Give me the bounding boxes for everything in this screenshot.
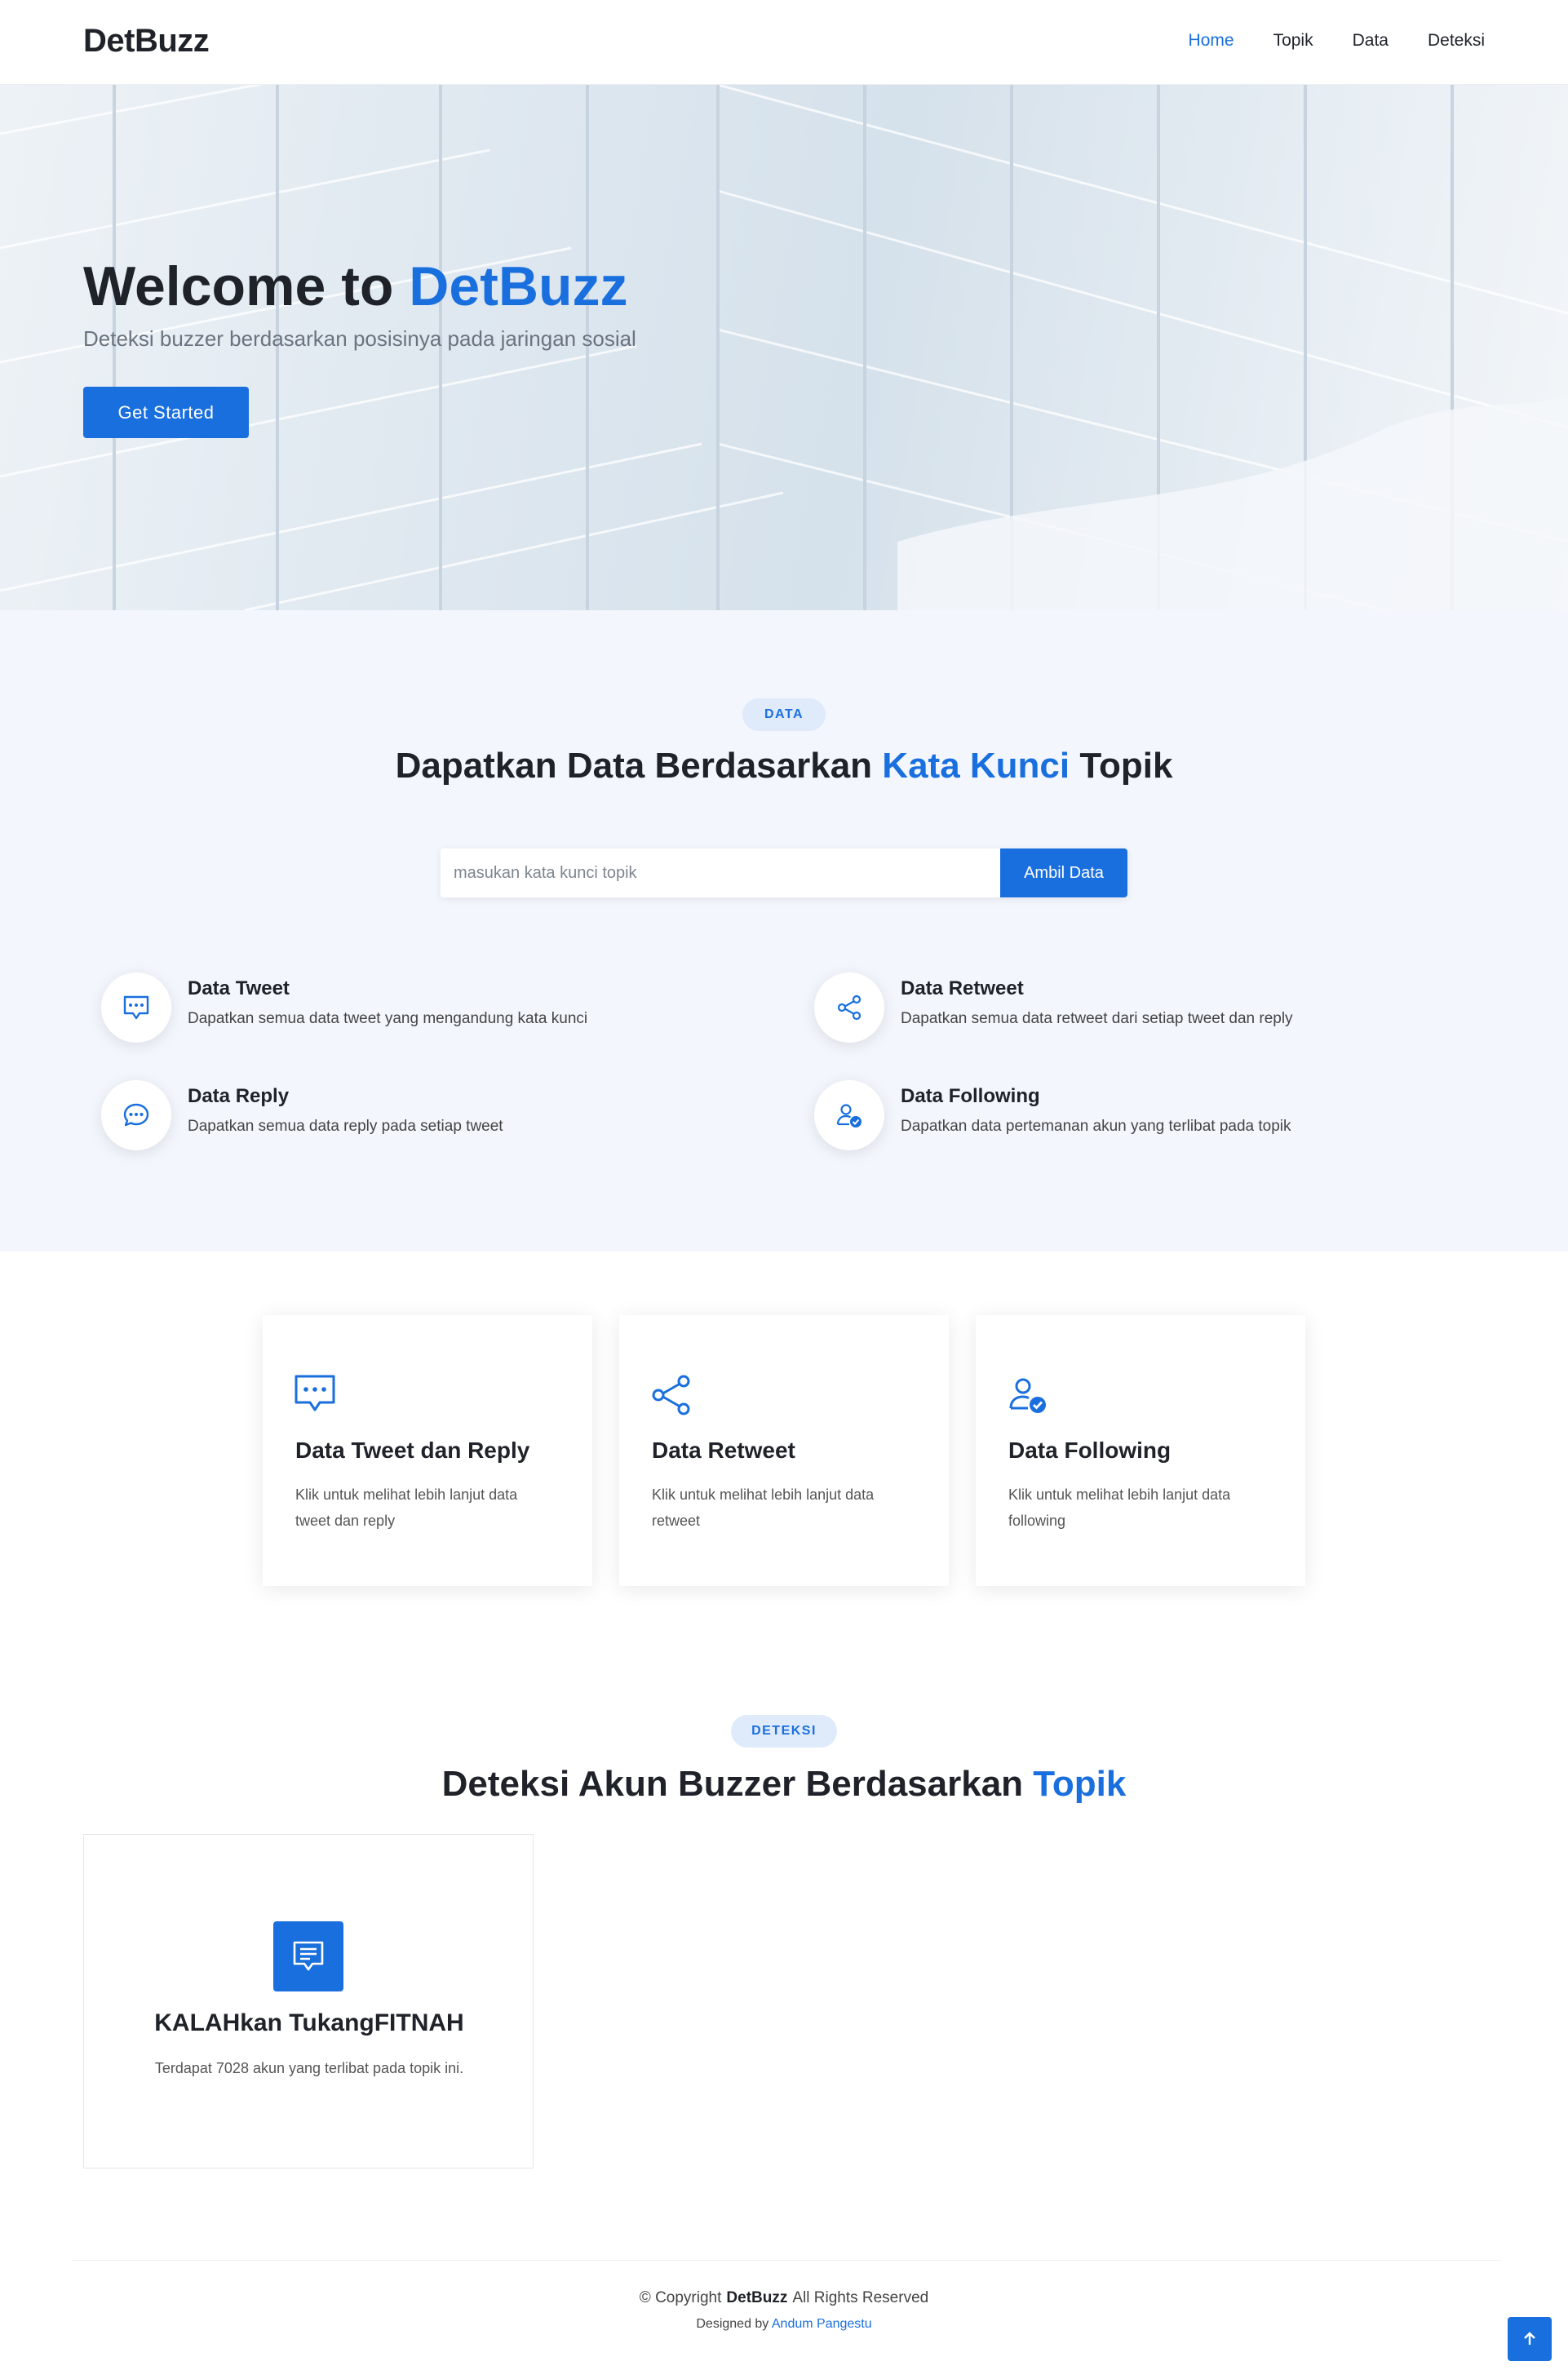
footer-copyright: © Copyright DetBuzz All Rights Reserved xyxy=(0,2289,1568,2307)
card-description: Klik untuk melihat lebih lanjut data fol… xyxy=(1008,1486,1231,1529)
feature-title: Data Following xyxy=(901,1085,1040,1107)
data-title-suffix: Topik xyxy=(1070,746,1173,786)
chat-square-dots-icon xyxy=(123,995,149,1020)
nav-deteksi[interactable]: Deteksi xyxy=(1428,31,1485,51)
feature-title: Data Tweet xyxy=(188,977,290,999)
card-following[interactable]: Data Following Klik untuk melihat lebih … xyxy=(976,1315,1305,1586)
site-logo[interactable]: DetBuzz xyxy=(83,23,210,60)
data-badge: DATA xyxy=(742,698,826,731)
topic-card[interactable]: KALAHkan TukangFITNAH Terdapat 7028 akun… xyxy=(83,1834,534,2169)
footer-brand: DetBuzz xyxy=(726,2289,788,2306)
share-icon xyxy=(837,995,862,1021)
feature-data-tweet: Data Tweet Dapatkan semua data tweet yan… xyxy=(101,972,754,1054)
topic-description: Terdapat 7028 akun yang terlibat pada to… xyxy=(154,2060,464,2076)
feature-description: Dapatkan semua data tweet yang mengandun… xyxy=(188,1010,588,1027)
feature-icon-circle xyxy=(101,1080,171,1150)
designed-by-label: Designed by xyxy=(696,2317,769,2331)
nav-home[interactable]: Home xyxy=(1189,31,1234,51)
feature-data-reply: Data Reply Dapatkan semua data reply pad… xyxy=(101,1080,754,1162)
feature-icon-circle xyxy=(814,972,884,1043)
ambil-data-button[interactable]: Ambil Data xyxy=(1000,848,1127,897)
topic-title: KALAHkan TukangFITNAH xyxy=(154,2009,464,2036)
back-to-top-button[interactable] xyxy=(1508,2317,1552,2361)
topic-icon-box xyxy=(273,1921,343,1991)
topic-search-form: Ambil Data xyxy=(441,848,1127,897)
feature-data-retweet: Data Retweet Dapatkan semua data retweet… xyxy=(814,972,1467,1054)
data-title-prefix: Dapatkan Data Berdasarkan xyxy=(395,746,883,786)
site-header: DetBuzz Home Topik Data Deteksi xyxy=(0,0,1568,85)
nav-topik[interactable]: Topik xyxy=(1273,31,1313,51)
chat-text-icon xyxy=(293,1941,324,1971)
hero-subtitle: Deteksi buzzer berdasarkan posisinya pad… xyxy=(83,326,636,351)
card-title: Data Tweet dan Reply xyxy=(295,1438,530,1463)
card-tweet-reply[interactable]: Data Tweet dan Reply Klik untuk melihat … xyxy=(263,1315,592,1586)
author-link[interactable]: Andum Pangestu xyxy=(772,2317,872,2331)
card-description: Klik untuk melihat lebih lanjut data twe… xyxy=(295,1486,518,1529)
person-check-icon xyxy=(1009,1378,1046,1413)
hero-section: Welcome to DetBuzz Deteksi buzzer berdas… xyxy=(0,85,1568,610)
feature-description: Dapatkan data pertemanan akun yang terli… xyxy=(901,1118,1291,1135)
nav-data[interactable]: Data xyxy=(1353,31,1389,51)
arrow-up-icon xyxy=(1524,2332,1535,2345)
hero-title-accent: DetBuzz xyxy=(409,255,628,317)
data-section: DATA Dapatkan Data Berdasarkan Kata Kunc… xyxy=(0,610,1568,1252)
card-retweet[interactable]: Data Retweet Klik untuk melihat lebih la… xyxy=(619,1315,949,1586)
copyright-prefix: © Copyright xyxy=(639,2289,722,2306)
feature-data-following: Data Following Dapatkan data pertemanan … xyxy=(814,1080,1467,1162)
deteksi-title-prefix: Deteksi Akun Buzzer Berdasarkan xyxy=(441,1764,1034,1804)
main-nav: Home Topik Data Deteksi xyxy=(1189,31,1485,51)
feature-title: Data Reply xyxy=(188,1085,290,1107)
person-check-icon xyxy=(836,1104,862,1127)
footer-divider xyxy=(72,2260,1501,2261)
card-title: Data Following xyxy=(1008,1438,1172,1463)
deteksi-badge: DETEKSI xyxy=(731,1715,837,1748)
get-started-button[interactable]: Get Started xyxy=(83,387,249,438)
deteksi-title-accent: Topik xyxy=(1033,1764,1127,1804)
feature-description: Dapatkan semua data retweet dari setiap … xyxy=(901,1010,1293,1027)
feature-description: Dapatkan semua data reply pada setiap tw… xyxy=(188,1118,503,1135)
footer-credit: Designed by Andum Pangestu xyxy=(0,2317,1568,2332)
hero-title: Welcome to DetBuzz xyxy=(83,255,628,318)
copyright-suffix: All Rights Reserved xyxy=(792,2289,929,2306)
hero-title-prefix: Welcome to xyxy=(83,255,410,317)
data-section-title: Dapatkan Data Berdasarkan Kata Kunci Top… xyxy=(0,746,1568,786)
topic-search-input[interactable] xyxy=(441,848,1000,897)
chat-dots-icon xyxy=(123,1103,149,1127)
card-description: Klik untuk melihat lebih lanjut data ret… xyxy=(652,1486,875,1529)
chat-square-dots-icon xyxy=(295,1375,335,1411)
data-title-accent: Kata Kunci xyxy=(882,746,1070,786)
card-title: Data Retweet xyxy=(652,1438,795,1463)
feature-icon-circle xyxy=(814,1080,884,1150)
feature-icon-circle xyxy=(101,972,171,1043)
deteksi-section-title: Deteksi Akun Buzzer Berdasarkan Topik xyxy=(0,1764,1568,1805)
share-icon xyxy=(652,1375,690,1415)
feature-title: Data Retweet xyxy=(901,977,1024,999)
